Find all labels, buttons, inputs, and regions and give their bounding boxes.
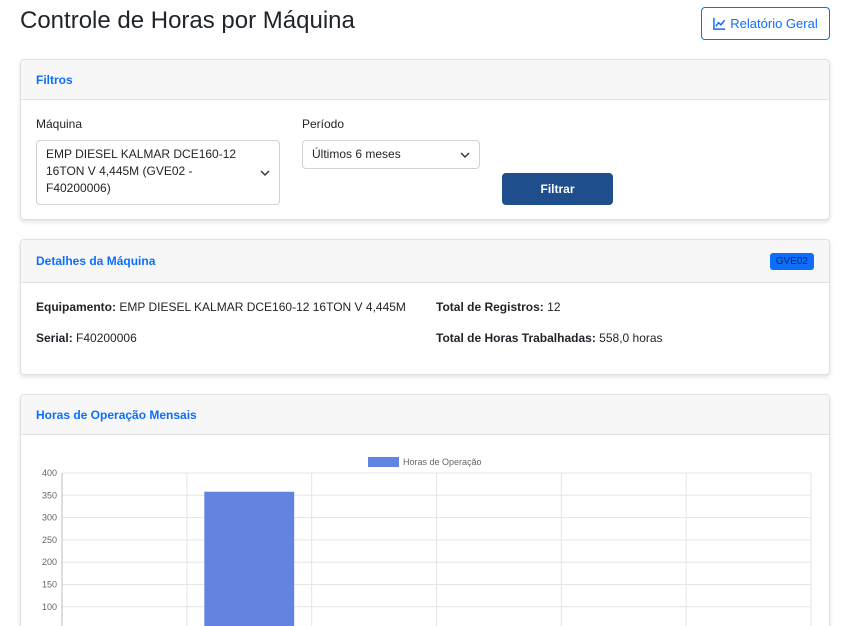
period-select[interactable]: Últimos 6 meses: [302, 140, 480, 169]
monthly-hours-card: Horas de Operação Mensais Horas de Opera…: [20, 394, 830, 626]
legend-swatch: [368, 457, 399, 467]
chart-title: Horas de Operação Mensais: [36, 407, 197, 422]
total-hours-label: Total de Horas Trabalhadas:: [436, 331, 596, 345]
bar-hours: [204, 491, 295, 626]
total-hours-row: Total de Horas Trabalhadas: 558,0 horas: [436, 331, 663, 345]
filters-card: Filtros Máquina EMP DIESEL KALMAR DCE160…: [20, 59, 830, 220]
serial-value: F40200006: [76, 331, 137, 345]
machine-label: Máquina: [36, 117, 83, 131]
chevron-down-icon: [460, 151, 470, 158]
details-title: Detalhes da Máquina: [36, 254, 156, 268]
filters-title: Filtros: [36, 72, 73, 87]
y-tick-label: 300: [42, 513, 57, 523]
chart-header: Horas de Operação Mensais: [21, 395, 829, 435]
total-records-label: Total de Registros:: [436, 300, 544, 314]
monthly-hours-chart: Horas de Operação 100 150 200 250 300 350 400: [42, 457, 812, 626]
y-tick-label: 250: [42, 535, 57, 545]
general-report-button[interactable]: Relatório Geral: [701, 7, 830, 40]
equipment-value: EMP DIESEL KALMAR DCE160-12 16TON V 4,44…: [119, 300, 406, 314]
equipment-label: Equipamento:: [36, 300, 116, 314]
period-select-value: Últimos 6 meses: [312, 147, 401, 161]
machine-select[interactable]: EMP DIESEL KALMAR DCE160-12 16TON V 4,44…: [36, 140, 280, 205]
details-header: Detalhes da Máquina GVE02: [21, 240, 829, 283]
machine-code-badge: GVE02: [769, 252, 814, 270]
y-tick-label: 200: [42, 557, 57, 567]
y-tick-label: 400: [42, 468, 57, 478]
filters-header: Filtros: [21, 60, 829, 100]
page-title: Controle de Horas por Máquina: [20, 7, 355, 34]
total-hours-value: 558,0 horas: [599, 331, 663, 345]
serial-row: Serial: F40200006: [36, 331, 137, 345]
serial-label: Serial:: [36, 331, 73, 345]
total-records-row: Total de Registros: 12: [436, 300, 561, 314]
period-label: Período: [302, 117, 345, 131]
total-records-value: 12: [547, 300, 561, 314]
y-tick-label: 100: [42, 602, 57, 612]
equipment-row: Equipamento: EMP DIESEL KALMAR DCE160-12…: [36, 300, 406, 314]
chevron-down-icon: [260, 169, 270, 176]
y-tick-label: 150: [42, 580, 57, 590]
filter-button[interactable]: Filtrar: [502, 173, 613, 205]
y-tick-label: 350: [42, 490, 57, 500]
general-report-label: Relatório Geral: [730, 16, 818, 31]
chart-line-icon: [713, 17, 726, 30]
legend-label: Horas de Operação: [403, 457, 482, 467]
machine-details-card: Detalhes da Máquina GVE02 Equipamento: E…: [20, 239, 830, 375]
machine-select-value: EMP DIESEL KALMAR DCE160-12 16TON V 4,44…: [46, 147, 237, 195]
